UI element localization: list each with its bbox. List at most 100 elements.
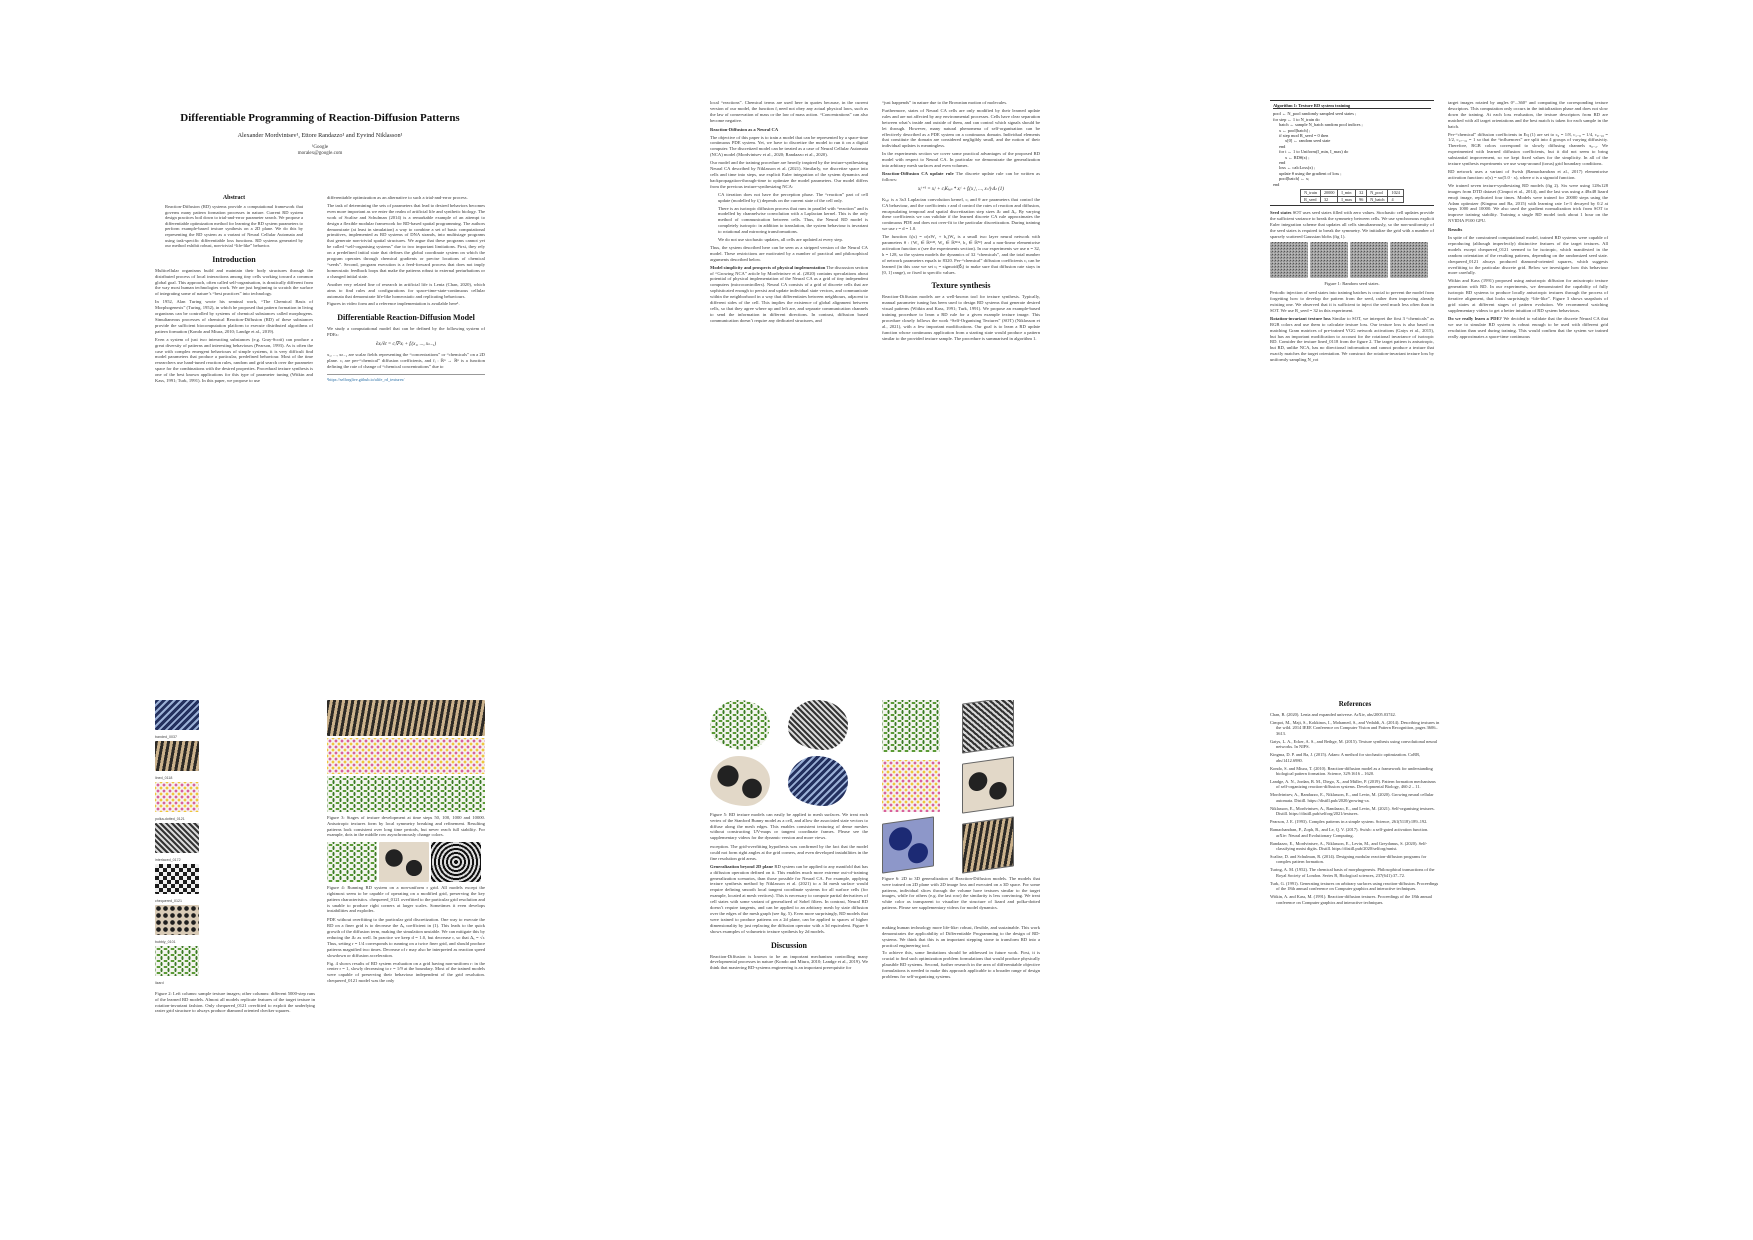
paper-page-3: Algorithm 1: Texture RD system training … (1270, 100, 1610, 520)
reference-item: Scalise, D. and Schulman, R. (2014). Des… (1270, 854, 1427, 865)
table-cell: R_seed (1300, 195, 1321, 203)
figure-caption: Figure 6: 2D to 3D generalization of Rea… (882, 876, 1040, 910)
body-paragraph: The discussion section of “Growing NCA” … (710, 264, 868, 323)
body-paragraph: x₁, ..., xₙ₋₁ are scalar fields represen… (327, 352, 485, 369)
figure-caption: Figure 2: Left column: sample texture im… (155, 991, 315, 1014)
bunny-render (710, 700, 770, 750)
texture-samples-column: banded_0037 lined_0118 polka-dotted_0121… (155, 700, 199, 985)
update-equation: xᵢᵗ⁺¹ = xᵢᵗ + cᵢKₗₐₚ * xᵢᵗ + fᵢ(x₁ᵗ, ...… (918, 186, 1004, 192)
reference-item: Kondo, S. and Miura, T. (2010). Reaction… (1270, 765, 1433, 777)
paper-page-5: Figure 5: RD texture models can easily b… (710, 700, 1040, 1090)
page5-right-column: Figure 6: 2D to 3D generalization of Rea… (882, 700, 1040, 982)
reference-item: Ramachandran, P., Zoph, B., and Le, Q. V… (1270, 827, 1429, 838)
page4-right-column: Figure 3: Stages of texture development … (327, 700, 485, 986)
figure-3 (327, 700, 485, 812)
nonuniform-grid-result (327, 842, 377, 883)
texture-label: interlaced_0172 (155, 858, 181, 862)
figure-caption: Figure 4: Running RD system on a non-uni… (327, 885, 485, 914)
seed-states-figure (1270, 242, 1434, 279)
texture-sample (155, 700, 199, 730)
footnote-link[interactable]: ¹https://selforglive.github.io/alife_rd_… (327, 373, 485, 382)
body-paragraph: RD network uses a variant of Swish (Rama… (1448, 168, 1608, 180)
page2-right-column: “just happends” in nature due to the Bro… (882, 100, 1040, 344)
body-paragraph: We trained seven texture-synthesizing RD… (1448, 182, 1608, 224)
results-heading: Results (1448, 227, 1463, 233)
contact-email: moralex@google.com (297, 151, 343, 156)
body-paragraph: making human technology more life-like: … (882, 924, 1040, 948)
bunny-render (710, 756, 770, 806)
intro-heading: Introduction (212, 254, 256, 264)
page1-left-column: Abstract Reaction-Diffusion (RD) systems… (155, 195, 313, 386)
table-cell: 96 (1355, 195, 1368, 203)
body-paragraph: local “reactions”. Chemical terms are us… (710, 100, 868, 123)
intro-paragraph: Even a system of just two interacting su… (155, 336, 313, 384)
figure-caption: Figure 5: RD texture models can easily b… (710, 812, 868, 841)
algorithm-line: end (1273, 181, 1280, 187)
texture-label: lizard (155, 981, 164, 985)
texture-label: bubbly_0101 (155, 940, 176, 944)
body-paragraph: Witkin and Kass (1991) proposed using an… (1448, 278, 1608, 313)
body-paragraph: Figures in video form and a reference im… (327, 301, 460, 307)
body-paragraph: target images rotated by angles 0°...360… (1448, 100, 1608, 129)
discussion-heading: Discussion (770, 940, 807, 950)
texture-sample (155, 905, 199, 935)
texture-sample (155, 864, 199, 894)
texture-label: banded_0037 (155, 735, 177, 739)
volume-render (882, 816, 934, 874)
body-paragraph: The task of determining the sets of para… (327, 202, 485, 279)
page2-left-column: local “reactions”. Chemical terms are us… (710, 100, 868, 326)
volume-render (962, 756, 1014, 814)
table-cell: N_batch (1366, 195, 1389, 203)
body-paragraph: exception. The grid-overfitting hypothes… (710, 843, 868, 861)
seed-state-image (1350, 242, 1388, 279)
reference-item: Turing, A. M. (1952). The chemical basis… (1270, 867, 1435, 878)
texture-stage-strip (327, 700, 485, 736)
figure-4 (327, 842, 485, 883)
list-item: There is an isotropic diffusion process … (718, 206, 868, 236)
texture-label: lined_0118 (155, 776, 173, 780)
drd-model-heading: Differentiable Reaction-Diffusion Model (337, 313, 475, 323)
references-column: References Chan, B. (2020). Lenia and ex… (1270, 700, 1440, 908)
list-item: CA iteration does not have the perceptio… (718, 192, 868, 204)
texture-label: polka-dotted_0121 (155, 817, 185, 821)
runin-heading: Generalization beyond 2D plane (710, 863, 774, 869)
hyperparameter-table: N_train 20000 I_min 32 N_pool 1024 R_see… (1300, 189, 1404, 203)
texture-stage-strip (327, 738, 485, 774)
texture-stage-strip (327, 776, 485, 812)
seed-state-image (1390, 242, 1428, 279)
body-paragraph: differentiable optimization as an altern… (327, 195, 468, 200)
seed-state-image (1270, 242, 1308, 279)
texture-sample (155, 946, 199, 976)
table-cell: 4 (1387, 195, 1404, 203)
volume-render (962, 700, 1014, 754)
figure-2: banded_0037 lined_0118 polka-dotted_0121… (155, 700, 315, 985)
paper-title: Differentiable Programming of Reaction-D… (180, 112, 460, 124)
runin-heading: Seed states (1270, 209, 1292, 215)
reference-item: Pearson, J. E. (1993). Complex patterns … (1270, 819, 1428, 825)
texture-sample (155, 782, 199, 812)
body-paragraph: Reaction-Diffusion models are a well-kno… (882, 294, 1040, 341)
reference-item: Kingma, D. P. and Ba, J. (2015). Adam: A… (1270, 752, 1421, 763)
page5-left-column: Figure 5: RD texture models can easily b… (710, 700, 868, 973)
figure-6 (882, 700, 1040, 874)
body-paragraph: Kₗₐₚ is a 3x3 Laplacian convolution kern… (882, 196, 1040, 232)
body-paragraph: “just happends” in nature due to the Bro… (882, 100, 1008, 105)
body-paragraph: We study a computational model that can … (327, 326, 485, 338)
reference-item: Turk, G. (1991). Generating textures on … (1270, 880, 1439, 892)
reference-item: Witkin, A. and Kass, M. (1991). Reaction… (1270, 894, 1432, 905)
body-paragraph: In spite of the constrained computationa… (1448, 235, 1608, 276)
volume-render (962, 816, 1014, 874)
page3-left-column: Algorithm 1: Texture RD system training … (1270, 100, 1434, 365)
body-paragraph: Our model and the training procedure are… (710, 160, 868, 189)
body-paragraph: Reaction-Diffusion is known to be an imp… (710, 953, 868, 971)
page3-right-column: target images rotated by angles 0°...360… (1448, 100, 1608, 341)
algorithm-box: Algorithm 1: Texture RD system training … (1270, 100, 1434, 206)
intro-paragraph: In 1952, Alan Turing wrote his seminal w… (155, 299, 313, 334)
figure-caption: Figure 1: Random seed states. (1324, 281, 1380, 287)
reference-item: Landge, A. N., Jordan, B. M., Diego, X.,… (1270, 779, 1436, 790)
body-paragraph: Per-“chemical” diffusion coefficients in… (1448, 131, 1608, 167)
pde-equation: ∂xᵢ/∂t = cᵢ∇²xᵢ + fᵢ(x₁, ..., xₙ₋₁) (375, 342, 437, 348)
body-paragraph: Periodic injection of seed states into t… (1270, 290, 1434, 313)
texture-sample (155, 741, 199, 771)
body-paragraph: SOT uses seed states filled with zero va… (1270, 209, 1434, 239)
